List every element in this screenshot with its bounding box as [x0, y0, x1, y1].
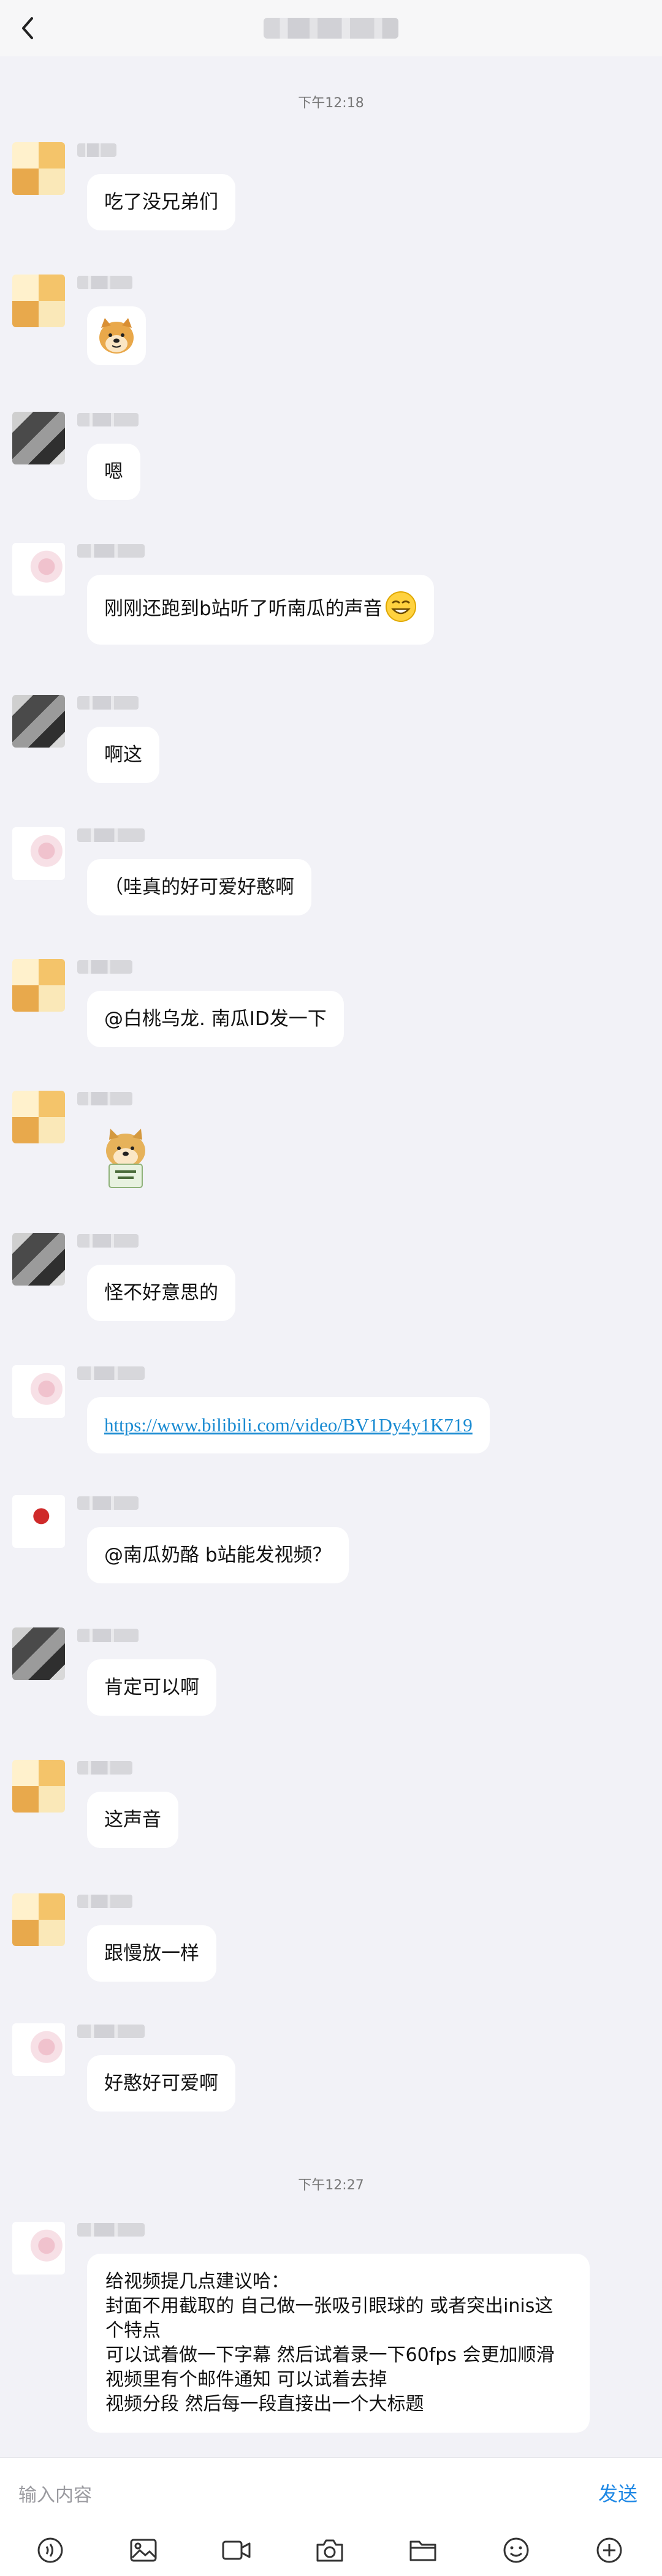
avatar[interactable] [12, 543, 65, 596]
camera-button[interactable] [311, 2532, 348, 2569]
avatar[interactable] [12, 1760, 65, 1813]
sender-name-redacted [77, 1366, 145, 1380]
doge-sticker-icon [99, 318, 134, 354]
camera-icon [316, 2539, 343, 2562]
chat-title-redacted [264, 18, 398, 39]
voice-icon [37, 2537, 63, 2563]
chat-header [0, 0, 662, 56]
message-input[interactable]: 输入内容 [18, 2480, 92, 2507]
doge-sign-sticker-icon [106, 1129, 145, 1188]
avatar[interactable] [12, 412, 65, 464]
video-icon [222, 2540, 251, 2560]
avatar[interactable] [12, 1627, 65, 1680]
avatar[interactable] [12, 1091, 65, 1143]
sender-name-redacted [77, 276, 132, 289]
message-bubble[interactable]: @南瓜奶酪 b站能发视频？ [87, 1527, 349, 1583]
sender-name-redacted [77, 2223, 145, 2237]
sender-name-redacted [77, 1234, 139, 1248]
avatar[interactable] [12, 275, 65, 327]
avatar[interactable] [12, 142, 65, 195]
bilibili-link[interactable]: https://www.bilibili.com/video/BV1Dy4y1K… [104, 1414, 473, 1436]
message-line: 视频分段 然后每一段直接出一个大标题 [105, 2393, 424, 2415]
sender-name-redacted [77, 1092, 132, 1105]
emoji-icon [503, 2537, 529, 2563]
image-icon [130, 2539, 157, 2562]
message-line: 给视频提几点建议哈： [105, 2271, 289, 2292]
avatar[interactable] [12, 2222, 65, 2275]
sender-name-redacted [77, 828, 145, 842]
sender-name-redacted [77, 544, 145, 558]
sender-name-redacted [77, 1895, 132, 1908]
sender-name-redacted [77, 1496, 139, 1510]
message-line: 视频里有个邮件通知 可以试着去掉 [105, 2369, 387, 2390]
chat-screen: 下午12:18 吃了没兄弟们 嗯 刚刚还跑到b站听了听南瓜的声音 啊这 （哇真的… [0, 0, 662, 2576]
smile-emoji-icon [385, 591, 417, 629]
time-separator: 下午12:27 [298, 2178, 364, 2193]
message-bubble[interactable]: 好憨好可爱啊 [87, 2055, 235, 2112]
sender-name-redacted [77, 1761, 132, 1775]
message-bubble[interactable]: 给视频提几点建议哈： 封面不用截取的 自己做一张吸引眼球的 或者突出inis这个… [87, 2254, 590, 2433]
message-bubble[interactable]: 吃了没兄弟们 [87, 174, 235, 230]
time-separator: 下午12:18 [298, 96, 364, 111]
folder-icon [409, 2540, 436, 2561]
message-bubble[interactable]: （哇真的好可爱好憨啊 [87, 859, 311, 915]
send-button[interactable]: 发送 [598, 2479, 637, 2507]
avatar[interactable] [12, 827, 65, 880]
avatar[interactable] [12, 695, 65, 748]
more-button[interactable] [591, 2532, 628, 2569]
avatar[interactable] [12, 959, 65, 1012]
chevron-left-icon [22, 17, 33, 39]
file-button[interactable] [405, 2532, 441, 2569]
back-button[interactable] [11, 11, 45, 45]
sender-name-redacted [77, 413, 139, 426]
avatar[interactable] [12, 1233, 65, 1286]
avatar[interactable] [12, 2023, 65, 2076]
message-sticker[interactable] [92, 1125, 159, 1192]
avatar[interactable] [12, 1365, 65, 1418]
sender-name-redacted [77, 2025, 145, 2038]
message-line: 可以试着做一下字幕 然后试着录一下60fps 会更加顺滑 [105, 2344, 555, 2366]
sender-name-redacted [77, 1629, 139, 1642]
message-bubble[interactable]: 这声音 [87, 1792, 178, 1848]
image-button[interactable] [125, 2532, 162, 2569]
message-bubble[interactable] [87, 306, 146, 365]
message-bubble[interactable]: 怪不好意思的 [87, 1265, 235, 1321]
emoji-button[interactable] [498, 2532, 535, 2569]
sender-name-redacted [77, 143, 116, 157]
message-line: 封面不用截取的 自己做一张吸引眼球的 或者突出inis这个特点 [105, 2295, 554, 2341]
message-bubble[interactable]: 嗯 [87, 444, 140, 500]
message-bubble[interactable]: 啊这 [87, 727, 159, 783]
message-text: 刚刚还跑到b站听了听南瓜的声音 [104, 597, 382, 620]
message-bubble: https://www.bilibili.com/video/BV1Dy4y1K… [87, 1397, 490, 1453]
sender-name-redacted [77, 696, 139, 710]
message-bubble[interactable]: 肯定可以啊 [87, 1659, 216, 1716]
avatar[interactable] [12, 1893, 65, 1946]
message-bubble[interactable]: @白桃乌龙. 南瓜ID发一下 [87, 991, 344, 1047]
avatar[interactable] [12, 1495, 65, 1548]
message-input-bar: 输入内容 发送 [0, 2457, 662, 2525]
plus-icon [596, 2537, 622, 2563]
sender-name-redacted [77, 960, 132, 974]
message-bubble[interactable]: 刚刚还跑到b站听了听南瓜的声音 [87, 575, 434, 645]
video-button[interactable] [218, 2532, 255, 2569]
chat-toolbar [0, 2525, 662, 2576]
voice-button[interactable] [32, 2532, 69, 2569]
message-bubble[interactable]: 跟慢放一样 [87, 1925, 216, 1982]
